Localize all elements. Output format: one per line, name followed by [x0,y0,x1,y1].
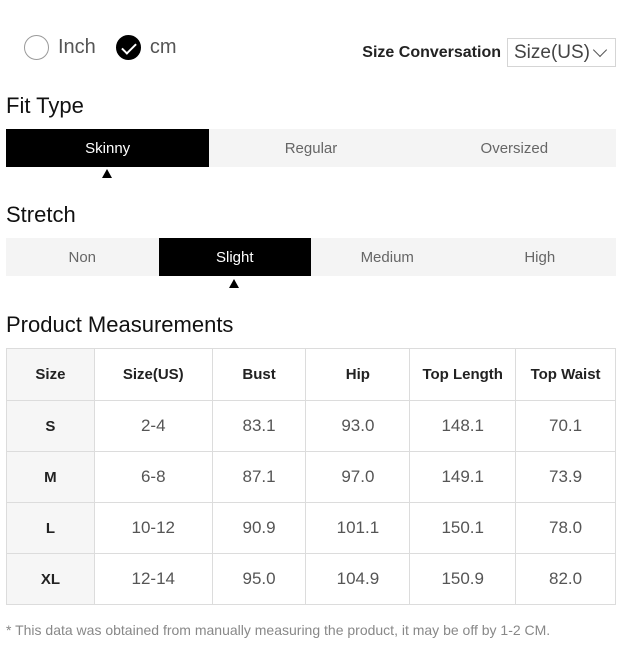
unit-option-inch[interactable]: Inch [24,34,96,60]
fit-type-pointer-icon [102,169,112,178]
table-cell: 87.1 [211,451,307,503]
stretch-option-medium[interactable]: Medium [311,238,464,276]
fit-type-selector: Skinny Regular Oversized [6,129,616,167]
unit-label-cm: cm [149,35,177,58]
size-conversion-label: Size Conversation [362,43,501,61]
table-cell: 97.0 [305,451,411,503]
size-conversion-select[interactable]: Size(US) [507,38,616,67]
chevron-down-icon [592,42,608,58]
size-conversion-value: Size(US) [514,41,591,63]
radio-unchecked-icon[interactable] [24,34,49,60]
table-row: M 6-8 87.1 97.0 149.1 73.9 [6,451,616,503]
table-cell: 150.9 [409,553,517,605]
table-cell: 6-8 [93,451,213,503]
fit-type-option-skinny[interactable]: Skinny [6,129,210,167]
table-cell: 82.0 [515,553,616,605]
unit-label-inch: Inch [58,35,96,58]
table-row: XL 12-14 95.0 104.9 150.9 82.0 [6,553,616,605]
measurements-title: Product Measurements [6,312,234,337]
unit-option-cm[interactable]: cm [115,34,177,60]
table-cell: 101.1 [305,502,411,554]
column-header: Top Waist [515,348,616,401]
table-row: L 10-12 90.9 101.1 150.1 78.0 [6,502,616,554]
table-row: S 2-4 83.1 93.0 148.1 70.1 [6,400,616,452]
stretch-selector: Non Slight Medium High [6,238,616,276]
table-cell: 95.0 [211,553,307,605]
table-cell: 93.0 [305,400,411,452]
table-cell: 12-14 [93,553,213,605]
table-cell: 70.1 [515,400,616,452]
table-cell: 149.1 [409,451,517,503]
size-cell: XL [6,553,95,605]
radio-checked-icon[interactable] [115,34,141,60]
unit-toggle: Inch cm [24,33,196,61]
table-cell: 2-4 [93,400,213,452]
stretch-option-high[interactable]: High [464,238,617,276]
table-cell: 78.0 [515,502,616,554]
column-header: Size(US) [93,348,213,401]
fit-type-option-oversized[interactable]: Oversized [413,129,616,167]
table-header-row: Size Size(US) Bust Hip Top Length Top Wa… [6,348,616,401]
table-cell: 83.1 [211,400,307,452]
column-header: Hip [305,348,411,401]
fit-type-title: Fit Type [6,93,84,118]
table-cell: 10-12 [93,502,213,554]
column-header: Bust [211,348,307,401]
stretch-option-slight[interactable]: Slight [158,238,311,276]
table-cell: 150.1 [409,502,517,554]
table-cell: 90.9 [211,502,307,554]
measurement-disclaimer: * This data was obtained from manually m… [6,622,551,638]
size-conversion: Size Conversation Size(US) [362,38,616,67]
fit-type-option-regular[interactable]: Regular [209,129,412,167]
column-header: Size [6,348,95,401]
table-cell: 148.1 [409,400,517,452]
stretch-option-non[interactable]: Non [6,238,159,276]
stretch-title: Stretch [6,202,76,227]
measurements-table: Size Size(US) Bust Hip Top Length Top Wa… [6,348,616,605]
size-cell: L [6,502,95,554]
column-header: Top Length [409,348,517,401]
table-cell: 104.9 [305,553,411,605]
stretch-pointer-icon [229,279,239,288]
size-cell: S [6,400,95,452]
table-cell: 73.9 [515,451,616,503]
size-cell: M [6,451,95,503]
